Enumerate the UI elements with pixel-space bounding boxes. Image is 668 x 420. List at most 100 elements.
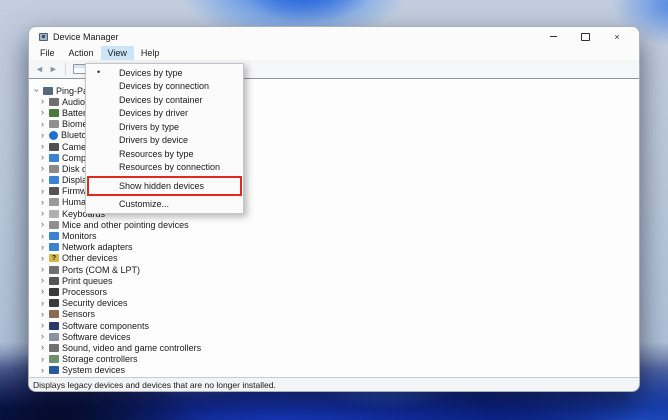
- menu-item-label: Devices by driver: [119, 108, 188, 118]
- chevron-right-icon[interactable]: ›: [39, 310, 46, 319]
- window-title: Device Manager: [53, 32, 119, 42]
- chevron-right-icon[interactable]: ›: [39, 343, 46, 352]
- minimize-button[interactable]: [537, 27, 569, 46]
- chevron-right-icon[interactable]: ›: [39, 97, 46, 106]
- tree-item[interactable]: › Mice and other pointing devices: [29, 219, 639, 230]
- chevron-right-icon[interactable]: ›: [39, 198, 46, 207]
- status-text: Displays legacy devices and devices that…: [33, 380, 276, 390]
- disk-icon: [49, 165, 59, 173]
- software-device-icon: [49, 333, 59, 341]
- maximize-button[interactable]: [569, 27, 601, 46]
- chevron-right-icon[interactable]: ›: [39, 142, 46, 151]
- sensor-icon: [49, 310, 59, 318]
- menu-item-devices-by-driver[interactable]: Devices by driver: [86, 107, 243, 121]
- menu-item-label: Drivers by device: [119, 135, 188, 145]
- storage-icon: [49, 355, 59, 363]
- close-button[interactable]: ×: [601, 27, 633, 46]
- chevron-right-icon[interactable]: ›: [39, 187, 46, 196]
- hid-icon: [49, 198, 59, 206]
- chevron-right-icon[interactable]: ›: [39, 332, 46, 341]
- chevron-right-icon[interactable]: ›: [39, 366, 46, 375]
- tree-item[interactable]: › Software devices: [29, 331, 639, 342]
- menu-item-drivers-by-device[interactable]: Drivers by device: [86, 134, 243, 148]
- menu-item-resources-by-type[interactable]: Resources by type: [86, 147, 243, 161]
- tree-item[interactable]: › Sensors: [29, 309, 639, 320]
- menu-item-label: Devices by type: [119, 68, 183, 78]
- tree-item[interactable]: › ? Other devices: [29, 253, 639, 264]
- chevron-right-icon[interactable]: ›: [39, 287, 46, 296]
- chevron-right-icon[interactable]: ›: [39, 220, 46, 229]
- tree-item-label: Other devices: [62, 253, 118, 263]
- chevron-right-icon[interactable]: ›: [39, 131, 46, 140]
- display-icon: [49, 176, 59, 184]
- status-bar: Displays legacy devices and devices that…: [29, 377, 639, 391]
- chevron-right-icon[interactable]: ›: [39, 176, 46, 185]
- tree-item[interactable]: › Network adapters: [29, 242, 639, 253]
- chevron-right-icon[interactable]: ›: [39, 164, 46, 173]
- computer-icon: [43, 87, 53, 95]
- menu-item-show-hidden-devices[interactable]: Show hidden devices: [86, 179, 243, 193]
- tree-item-label: Mice and other pointing devices: [62, 220, 189, 230]
- view-menu-dropdown: Devices by type Devices by connection De…: [85, 63, 244, 214]
- security-icon: [49, 299, 59, 307]
- tree-item[interactable]: › Sound, video and game controllers: [29, 342, 639, 353]
- camera-icon: [49, 143, 59, 151]
- menu-item-label: Customize...: [119, 199, 169, 209]
- chevron-right-icon[interactable]: ›: [32, 87, 41, 94]
- port-icon: [49, 266, 59, 274]
- audio-icon: [49, 98, 59, 106]
- tree-item[interactable]: › Security devices: [29, 298, 639, 309]
- tree-item-label: Sensors: [62, 309, 95, 319]
- chevron-right-icon[interactable]: ›: [39, 108, 46, 117]
- sound-icon: [49, 344, 59, 352]
- menu-item-devices-by-type[interactable]: Devices by type: [86, 66, 243, 80]
- tree-item-label: Software devices: [62, 332, 131, 342]
- tree-item-label: Processors: [62, 287, 107, 297]
- tree-item[interactable]: › Ports (COM & LPT): [29, 264, 639, 275]
- console-window-icon[interactable]: [73, 64, 86, 74]
- chevron-right-icon[interactable]: ›: [39, 321, 46, 330]
- chevron-right-icon[interactable]: ›: [39, 209, 46, 218]
- back-icon[interactable]: ◄: [35, 65, 44, 74]
- menu-item-customize[interactable]: Customize...: [86, 198, 243, 212]
- chevron-right-icon[interactable]: ›: [39, 232, 46, 241]
- menu-item-drivers-by-type[interactable]: Drivers by type: [86, 120, 243, 134]
- menu-item-label: Resources by connection: [119, 162, 220, 172]
- tree-item[interactable]: › System devices: [29, 365, 639, 376]
- tree-item[interactable]: › Monitors: [29, 230, 639, 241]
- menu-action[interactable]: Action: [62, 46, 101, 60]
- bluetooth-icon: [49, 131, 58, 140]
- chevron-right-icon[interactable]: ›: [39, 299, 46, 308]
- chevron-right-icon[interactable]: ›: [39, 276, 46, 285]
- tree-item-label: Sound, video and game controllers: [62, 343, 201, 353]
- chevron-right-icon[interactable]: ›: [39, 243, 46, 252]
- chevron-right-icon[interactable]: ›: [39, 153, 46, 162]
- tree-item-label: Security devices: [62, 298, 128, 308]
- menu-item-label: Drivers by type: [119, 122, 179, 132]
- tree-item-label: Ping-Pa: [56, 86, 88, 96]
- menu-item-resources-by-connection[interactable]: Resources by connection: [86, 161, 243, 175]
- menu-item-label: Devices by connection: [119, 81, 209, 91]
- tree-item[interactable]: › Software components: [29, 320, 639, 331]
- menu-item-devices-by-connection[interactable]: Devices by connection: [86, 80, 243, 94]
- monitor-icon: [49, 232, 59, 240]
- system-icon: [49, 366, 59, 374]
- chevron-right-icon[interactable]: ›: [39, 355, 46, 364]
- menu-file[interactable]: File: [33, 46, 62, 60]
- chevron-right-icon[interactable]: ›: [39, 254, 46, 263]
- chevron-right-icon[interactable]: ›: [39, 265, 46, 274]
- printer-icon: [49, 277, 59, 285]
- tree-item-label: System devices: [62, 365, 125, 375]
- menu-view[interactable]: View: [101, 46, 134, 60]
- keyboard-icon: [49, 210, 59, 218]
- tree-item[interactable]: › Storage controllers: [29, 354, 639, 365]
- tree-item[interactable]: › Print queues: [29, 275, 639, 286]
- menu-item-label: Devices by container: [119, 95, 203, 105]
- tree-item[interactable]: › Processors: [29, 286, 639, 297]
- tree-item-label: Network adapters: [62, 242, 133, 252]
- menu-item-devices-by-container[interactable]: Devices by container: [86, 93, 243, 107]
- forward-icon[interactable]: ►: [49, 65, 58, 74]
- menu-help[interactable]: Help: [134, 46, 167, 60]
- chevron-right-icon[interactable]: ›: [39, 120, 46, 129]
- menu-item-label: Resources by type: [119, 149, 194, 159]
